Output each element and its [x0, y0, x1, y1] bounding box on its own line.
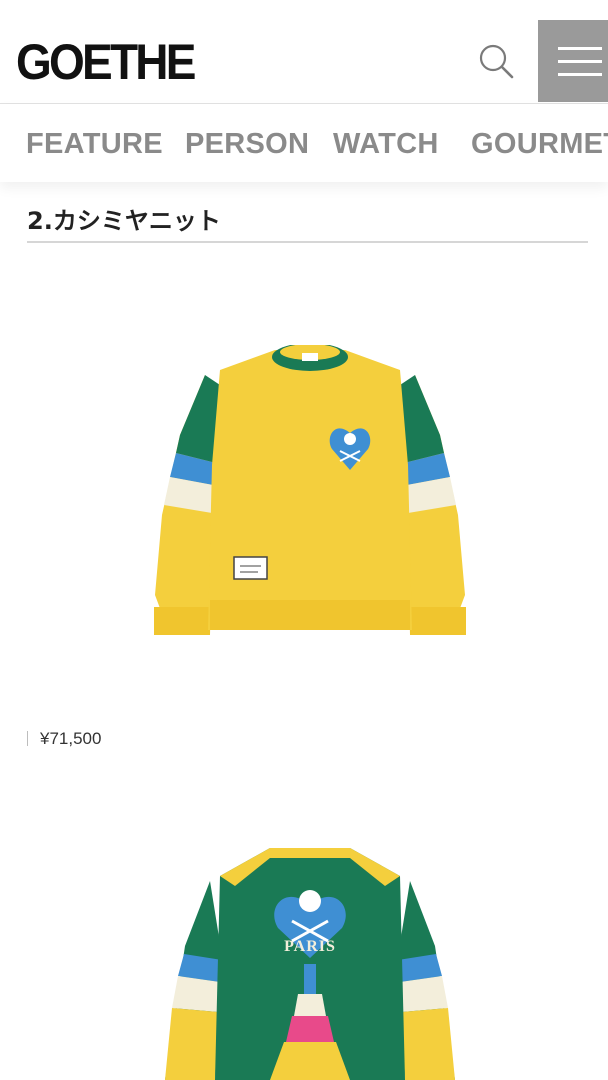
menu-button[interactable] — [538, 20, 608, 102]
nav-item-person[interactable]: PERSON — [185, 128, 309, 161]
search-icon — [479, 44, 514, 79]
nav-item-feature[interactable]: FEATURE — [26, 128, 163, 161]
product-image-back[interactable]: PARIS — [160, 846, 460, 1080]
category-nav: FEATURE PERSON WATCH GOURMET — [0, 104, 608, 182]
hamburger-menu-icon — [558, 47, 602, 50]
nav-item-watch[interactable]: WATCH — [333, 128, 439, 161]
search-button[interactable] — [472, 38, 518, 84]
price-divider — [27, 731, 28, 746]
eiffel-tower-graphic — [270, 964, 350, 1080]
site-logo[interactable]: GOETHE — [16, 34, 196, 90]
site-header: GOETHE — [0, 0, 608, 104]
product-price: ¥71,500 — [40, 729, 102, 748]
title-divider — [27, 241, 588, 243]
product-image-front[interactable] — [150, 343, 470, 645]
nav-item-gourmet[interactable]: GOURMET — [471, 128, 608, 161]
section-title: 2.カシミヤニット — [27, 207, 221, 235]
